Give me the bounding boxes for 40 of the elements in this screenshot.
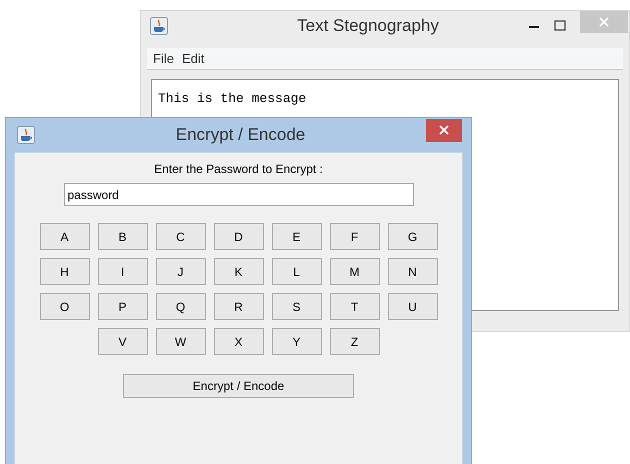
letter-key[interactable]: P: [98, 293, 148, 320]
letter-key[interactable]: O: [40, 293, 90, 320]
letter-key[interactable]: G: [388, 223, 438, 250]
letter-key[interactable]: T: [330, 293, 380, 320]
cup-icon: [17, 126, 35, 144]
letter-key[interactable]: Z: [330, 328, 380, 355]
letter-key[interactable]: Q: [156, 293, 206, 320]
letter-key[interactable]: X: [214, 328, 264, 355]
letter-key[interactable]: L: [272, 258, 322, 285]
window-title: Text Stegnography: [296, 15, 440, 38]
letter-key[interactable]: S: [272, 293, 322, 320]
letter-key[interactable]: M: [330, 258, 380, 285]
letter-key[interactable]: K: [214, 258, 264, 285]
letter-key[interactable]: H: [40, 258, 90, 285]
letter-key[interactable]: I: [98, 258, 148, 285]
letter-key[interactable]: D: [214, 223, 264, 250]
letter-key[interactable]: Y: [272, 328, 322, 355]
letter-key[interactable]: U: [388, 293, 438, 320]
close-icon: [599, 17, 609, 27]
dialog-title: Encrypt / Encode: [174, 124, 306, 146]
letter-key[interactable]: N: [388, 258, 438, 285]
password-field[interactable]: password: [64, 183, 414, 206]
message-text: This is the message: [158, 91, 306, 106]
password-prompt: Enter the Password to Encrypt :: [154, 161, 323, 178]
letter-key[interactable]: W: [156, 328, 206, 355]
close-button[interactable]: [426, 118, 462, 142]
letter-key[interactable]: B: [98, 223, 148, 250]
menu-item[interactable]: File: [153, 48, 174, 68]
letter-key[interactable]: R: [214, 293, 264, 320]
close-icon: [439, 125, 449, 135]
letter-key[interactable]: V: [98, 328, 148, 355]
letter-key[interactable]: E: [272, 223, 322, 250]
letter-key[interactable]: F: [330, 223, 380, 250]
encrypt-button[interactable]: Encrypt / Encode: [123, 374, 354, 398]
letter-key[interactable]: C: [156, 223, 206, 250]
letter-key[interactable]: J: [156, 258, 206, 285]
cup-icon: [150, 17, 168, 35]
letter-key[interactable]: A: [40, 223, 90, 250]
menu-item[interactable]: Edit: [182, 48, 204, 68]
maximize-icon[interactable]: [554, 20, 566, 32]
